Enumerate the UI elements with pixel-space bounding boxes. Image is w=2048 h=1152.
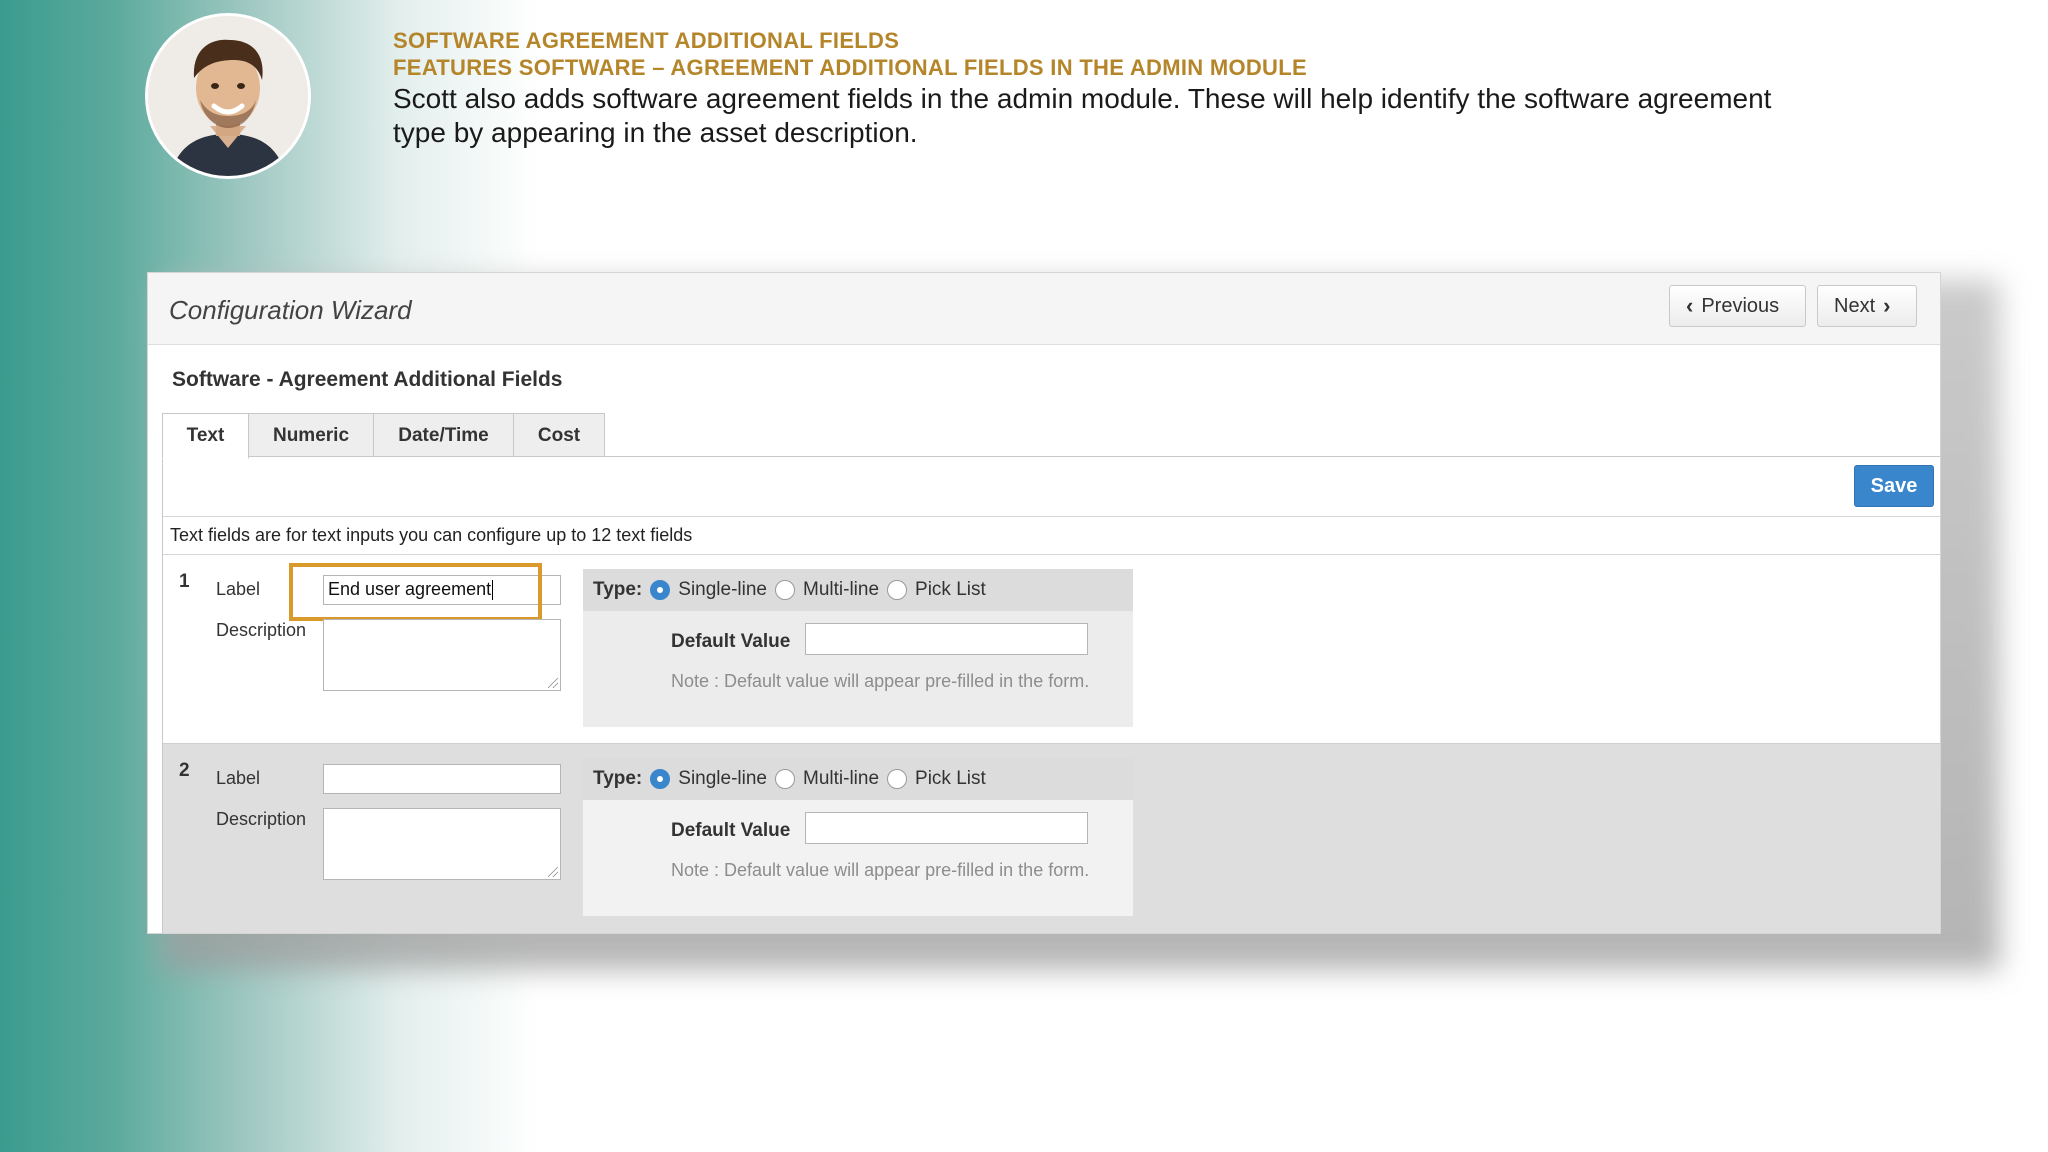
- description-caption: Description: [216, 809, 307, 829]
- type-option-multi-line[interactable]: Multi-line: [775, 579, 879, 601]
- wizard-title: Configuration Wizard: [169, 295, 412, 325]
- section-title: Software - Agreement Additional Fields: [172, 368, 563, 391]
- previous-button-label: Previous: [1701, 294, 1780, 317]
- description-textarea[interactable]: [323, 619, 561, 691]
- label-caption: Label: [216, 579, 261, 599]
- field-number: 1: [179, 571, 190, 592]
- text-field-row: 1 Label End user agreement Description T…: [163, 555, 1940, 744]
- field-type-tabs: Text Numeric Date/Time Cost: [162, 413, 605, 459]
- chevron-right-icon: ›: [1883, 293, 1891, 318]
- slide-intro-text: Scott also adds software agreement field…: [393, 83, 1772, 148]
- type-option-label: Pick List: [915, 768, 986, 789]
- description-caption: Description: [216, 620, 307, 640]
- tab-date-time[interactable]: Date/Time: [373, 413, 514, 457]
- previous-button[interactable]: ‹ Previous: [1669, 285, 1806, 327]
- default-value-input[interactable]: [805, 812, 1088, 844]
- type-option-single-line[interactable]: Single-line: [650, 768, 767, 790]
- type-option-label: Single-line: [678, 768, 767, 789]
- resize-handle-icon[interactable]: [548, 867, 558, 877]
- default-value-caption: Default Value: [671, 820, 791, 841]
- slide-heading-primary: SOFTWARE AGREEMENT ADDITIONAL FIELDS: [393, 28, 900, 53]
- radio-icon[interactable]: [775, 580, 795, 600]
- radio-icon[interactable]: [887, 769, 908, 789]
- type-settings-box: Type: Single-line Multi-line Pick List D…: [583, 569, 1133, 727]
- type-option-label: Multi-line: [803, 579, 880, 600]
- type-option-multi-line[interactable]: Multi-line: [775, 768, 879, 790]
- label-input[interactable]: End user agreement: [323, 575, 561, 605]
- default-value-input[interactable]: [805, 623, 1088, 655]
- label-input[interactable]: [323, 764, 561, 794]
- type-option-label: Single-line: [678, 579, 767, 600]
- text-tab-panel: Save Text fields are for text inputs you…: [162, 456, 1940, 933]
- radio-selected-icon[interactable]: [650, 580, 671, 600]
- label-input-value: End user agreement: [328, 579, 492, 599]
- slide-heading-secondary: FEATURES SOFTWARE – AGREEMENT ADDITIONAL…: [393, 55, 1307, 80]
- field-number: 2: [179, 760, 190, 781]
- description-textarea[interactable]: [323, 808, 561, 880]
- tab-numeric[interactable]: Numeric: [248, 413, 374, 457]
- radio-icon[interactable]: [887, 580, 908, 600]
- type-caption: Type:: [593, 768, 643, 789]
- text-field-row: 2 Label Description Type: Single-line Mu…: [163, 744, 1940, 933]
- type-option-pick-list[interactable]: Pick List: [887, 579, 986, 601]
- presenter-portrait-icon: [148, 16, 308, 176]
- tab-text[interactable]: Text: [162, 413, 249, 459]
- default-value-note: Note : Default value will appear pre-fil…: [671, 671, 1090, 691]
- type-caption: Type:: [593, 579, 643, 600]
- type-selector: Type: Single-line Multi-line Pick List: [583, 569, 1133, 611]
- type-option-pick-list[interactable]: Pick List: [887, 768, 986, 790]
- next-button-label: Next: [1834, 294, 1876, 317]
- type-settings-box: Type: Single-line Multi-line Pick List D…: [583, 758, 1133, 916]
- tab-cost[interactable]: Cost: [513, 413, 605, 457]
- wizard-header: Configuration Wizard ‹ Previous Next ›: [148, 273, 1940, 345]
- type-option-label: Multi-line: [803, 768, 880, 789]
- save-button[interactable]: Save: [1854, 465, 1934, 507]
- radio-icon[interactable]: [775, 769, 795, 789]
- resize-handle-icon[interactable]: [548, 678, 558, 688]
- label-caption: Label: [216, 768, 261, 788]
- default-value-note: Note : Default value will appear pre-fil…: [671, 860, 1090, 880]
- text-cursor: [492, 580, 494, 601]
- next-button[interactable]: Next ›: [1817, 285, 1917, 327]
- type-selector: Type: Single-line Multi-line Pick List: [583, 758, 1133, 800]
- type-option-single-line[interactable]: Single-line: [650, 579, 767, 601]
- text-fields-hint: Text fields are for text inputs you can …: [163, 517, 1940, 555]
- configuration-wizard-panel: Configuration Wizard ‹ Previous Next › S…: [147, 272, 1941, 934]
- radio-selected-icon[interactable]: [650, 769, 671, 789]
- presenter-avatar: [148, 16, 308, 176]
- default-value-caption: Default Value: [671, 631, 791, 652]
- type-option-label: Pick List: [915, 579, 986, 600]
- panel-toolbar: Save: [163, 457, 1940, 517]
- chevron-left-icon: ‹: [1686, 293, 1694, 318]
